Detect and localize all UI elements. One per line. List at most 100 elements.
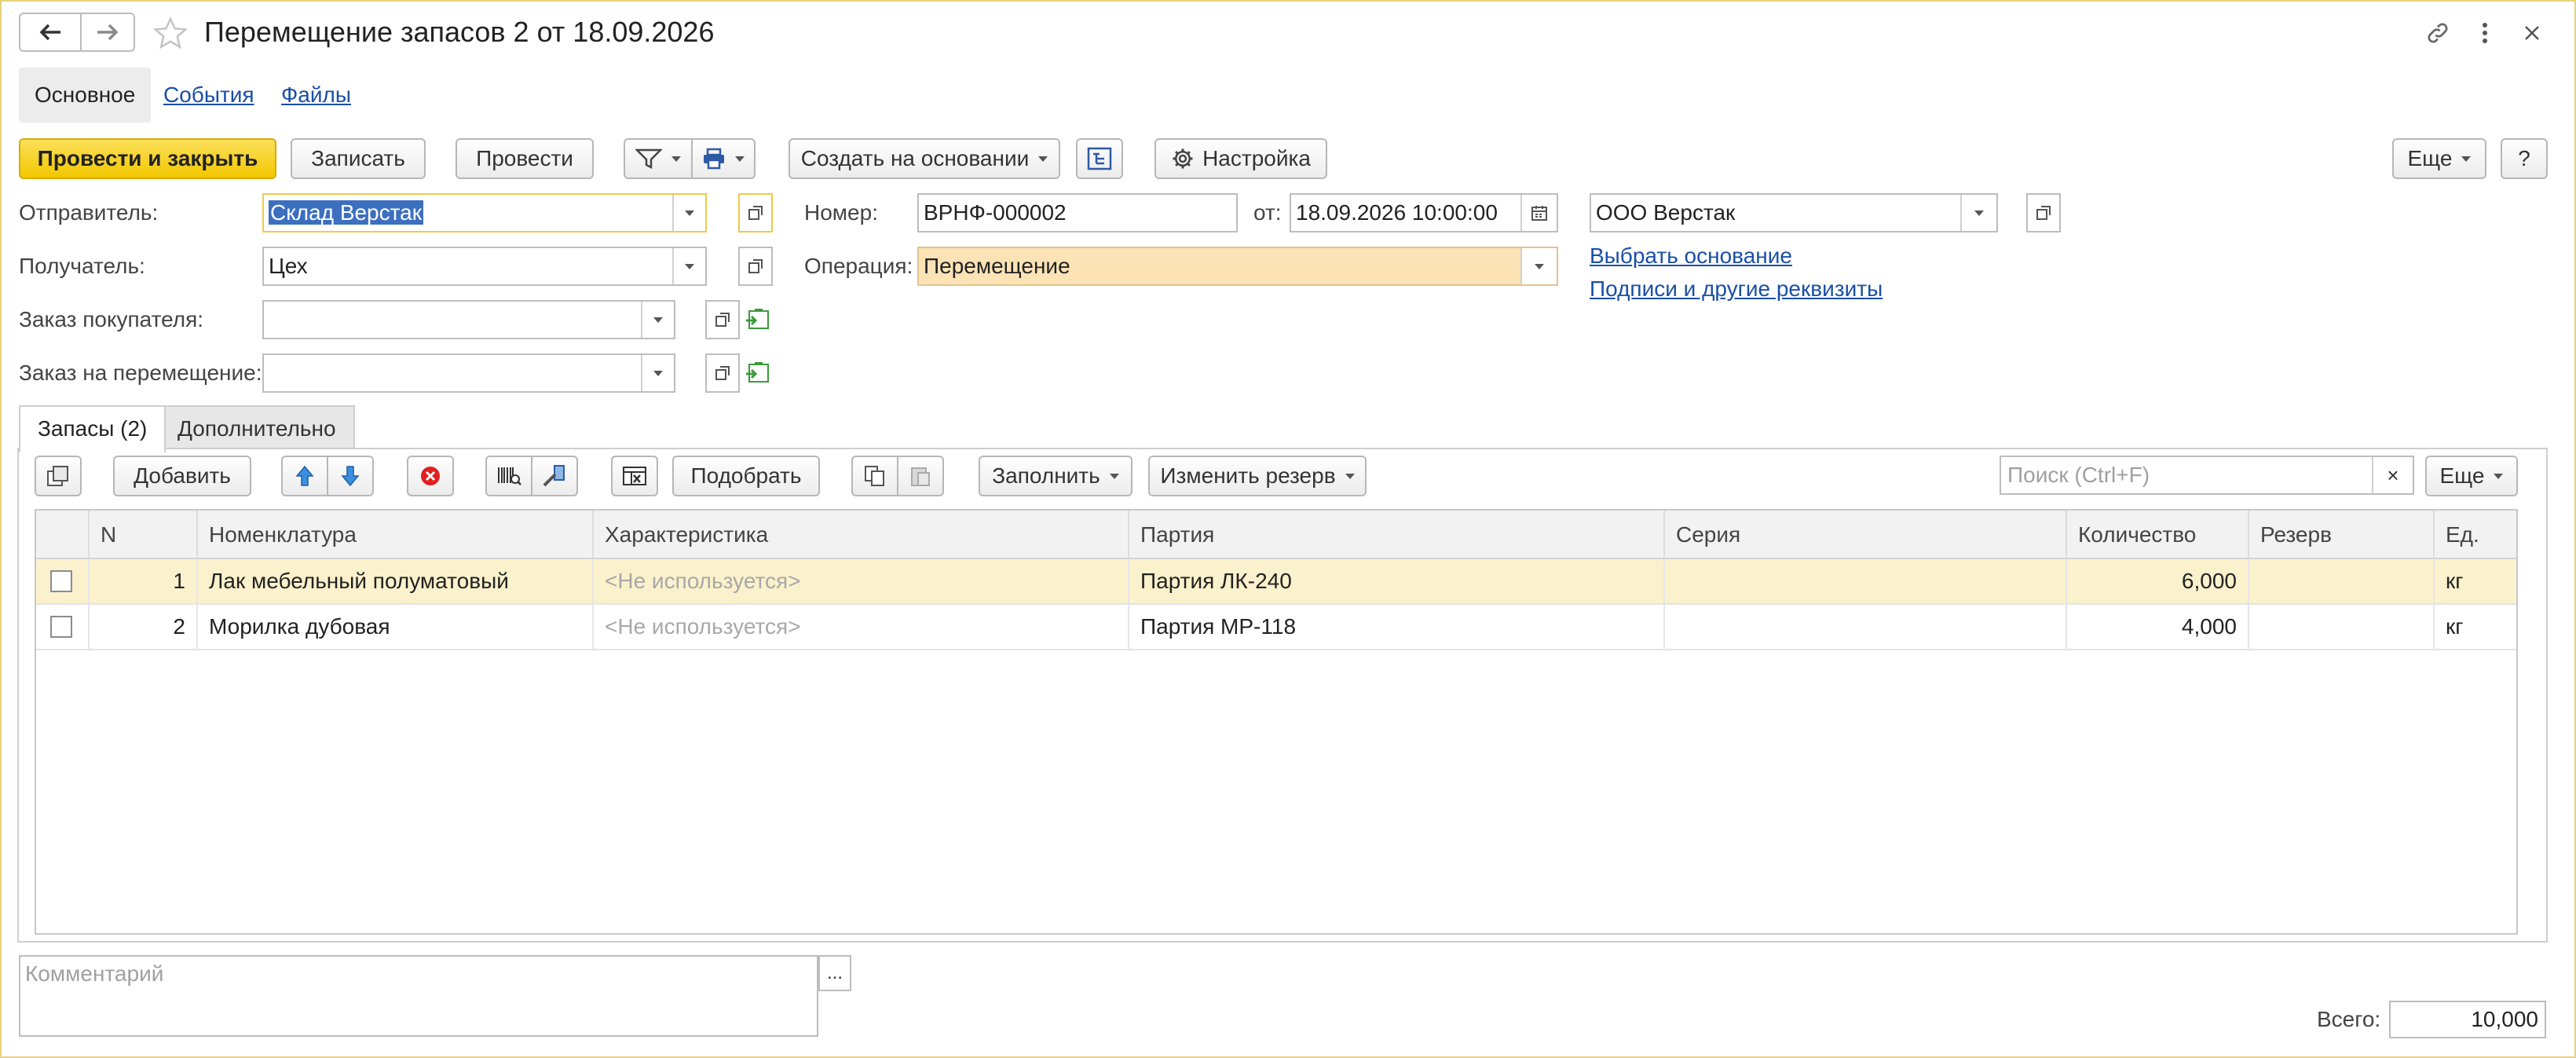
company-field[interactable]: ООО Верстак (1590, 193, 1998, 232)
table-row[interactable]: 1 Лак мебельный полуматовый <Не использу… (36, 559, 2516, 605)
more-button[interactable]: Еще (2392, 138, 2486, 179)
column-header-reserve[interactable]: Резерв (2249, 511, 2435, 559)
move-up-button[interactable] (281, 456, 328, 496)
row-reserve[interactable] (2249, 559, 2435, 603)
fill-button[interactable]: Заполнить (979, 456, 1132, 496)
sender-dropdown[interactable] (672, 195, 705, 231)
row-unit[interactable]: кг (2435, 605, 2516, 649)
search-input[interactable]: Поиск (Ctrl+F) × (2000, 456, 2414, 495)
row-series[interactable] (1665, 605, 2067, 649)
post-and-close-button[interactable]: Провести и закрыть (19, 138, 276, 179)
chevron-down-icon (685, 210, 694, 216)
sender-label: Отправитель: (19, 200, 159, 225)
customer-order-field[interactable] (262, 300, 675, 339)
transfer-order-field[interactable] (262, 353, 675, 393)
row-characteristic[interactable]: <Не используется> (594, 559, 1129, 603)
company-value: ООО Верстак (1596, 200, 1736, 225)
operation-dropdown[interactable] (1520, 248, 1557, 284)
column-header-characteristic[interactable]: Характеристика (594, 511, 1129, 559)
help-button[interactable]: ? (2501, 138, 2548, 179)
row-characteristic[interactable]: <Не используется> (594, 605, 1129, 649)
clear-search-icon[interactable]: × (2372, 457, 2413, 493)
back-button[interactable] (19, 13, 82, 52)
fill-label: Заполнить (992, 463, 1100, 488)
row-quantity[interactable]: 6,000 (2067, 559, 2249, 603)
row-unit[interactable]: кг (2435, 559, 2516, 603)
move-down-button[interactable] (327, 456, 374, 496)
change-reserve-button[interactable]: Изменить резерв (1148, 456, 1367, 496)
row-reserve[interactable] (2249, 605, 2435, 649)
close-icon[interactable] (2515, 16, 2549, 50)
receiver-field[interactable]: Цех (262, 247, 707, 286)
tab-stocks[interactable]: Запасы (2) (19, 405, 166, 452)
settings-button[interactable]: Настройка (1154, 138, 1327, 179)
structure-button[interactable] (1076, 138, 1123, 179)
row-series[interactable] (1665, 559, 2067, 603)
row-batch[interactable]: Партия ЛК-240 (1129, 559, 1665, 603)
paste-button[interactable] (897, 456, 944, 496)
row-item[interactable]: Морилка дубовая (198, 605, 594, 649)
number-field[interactable]: ВРНФ-000002 (917, 193, 1238, 232)
add-row-button[interactable]: Добавить (113, 456, 251, 496)
row-item[interactable]: Лак мебельный полуматовый (198, 559, 594, 603)
section-events[interactable]: События (148, 68, 270, 123)
company-dropdown[interactable] (1960, 195, 1996, 231)
row-checkbox[interactable] (50, 570, 72, 592)
row-checkbox[interactable] (50, 616, 72, 638)
link-icon[interactable] (2420, 16, 2455, 50)
delete-row-button[interactable] (407, 456, 454, 496)
post-status-button[interactable] (624, 138, 693, 179)
barcode-search-button[interactable] (485, 456, 532, 496)
table-more-button[interactable]: Еще (2425, 456, 2518, 496)
favorite-star-icon[interactable] (149, 13, 192, 55)
customer-order-open-button[interactable] (705, 300, 740, 339)
tab-additional[interactable]: Дополнительно (159, 405, 355, 449)
signatures-link[interactable]: Подписи и другие реквизиты (1590, 273, 1883, 305)
transfer-order-dropdown[interactable] (641, 355, 674, 391)
column-header-series[interactable]: Серия (1665, 511, 2067, 559)
print-button[interactable] (691, 138, 756, 179)
column-header-quantity[interactable]: Количество (2067, 511, 2249, 559)
forward-button[interactable] (80, 13, 135, 52)
delete-icon (421, 467, 440, 485)
transfer-order-open-button[interactable] (705, 353, 740, 393)
window-title: Перемещение запасов 2 от 18.09.2026 (204, 16, 715, 48)
pick-button[interactable]: Подобрать (672, 456, 820, 496)
sender-open-button[interactable] (738, 193, 773, 232)
column-header-n[interactable]: N (90, 511, 198, 559)
column-header-check (36, 511, 90, 559)
receiver-open-button[interactable] (738, 247, 773, 286)
receiver-dropdown[interactable] (672, 248, 705, 284)
column-header-item[interactable]: Номенклатура (198, 511, 594, 559)
sender-field[interactable]: Склад Верстак (262, 193, 707, 232)
section-files[interactable]: Файлы (265, 68, 367, 123)
row-quantity[interactable]: 4,000 (2067, 605, 2249, 649)
scanner-button[interactable] (531, 456, 578, 496)
more-vertical-icon[interactable] (2468, 16, 2502, 50)
column-header-unit[interactable]: Ед. (2435, 511, 2516, 559)
fill-from-order-icon[interactable] (745, 308, 771, 331)
excel-import-button[interactable] (611, 456, 658, 496)
operation-field[interactable]: Перемещение (917, 247, 1558, 286)
table-row[interactable]: 2 Морилка дубовая <Не используется> Парт… (36, 605, 2516, 650)
section-main[interactable]: Основное (19, 68, 152, 123)
copy-icon (47, 466, 68, 486)
customer-order-dropdown[interactable] (641, 302, 674, 338)
save-button[interactable]: Записать (291, 138, 426, 179)
date-field[interactable]: 18.09.2026 10:00:00 (1290, 193, 1558, 232)
stocks-table: N Номенклатура Характеристика Партия Сер… (35, 509, 2518, 935)
comment-expand-button[interactable]: ... (818, 955, 851, 991)
company-open-button[interactable] (2026, 193, 2061, 232)
copy-button[interactable] (851, 456, 898, 496)
paste-icon (911, 467, 930, 486)
fill-from-transfer-order-icon[interactable] (745, 361, 771, 385)
comment-field[interactable]: Комментарий (19, 955, 818, 1037)
post-button[interactable]: Провести (456, 138, 594, 179)
customer-order-label: Заказ покупателя: (19, 307, 204, 331)
calendar-button[interactable] (1520, 195, 1557, 231)
choose-base-link[interactable]: Выбрать основание (1590, 240, 1792, 272)
column-header-batch[interactable]: Партия (1129, 511, 1665, 559)
copy-rows-button[interactable] (35, 456, 82, 496)
row-batch[interactable]: Партия МР-118 (1129, 605, 1665, 649)
create-based-on-button[interactable]: Создать на основании (789, 138, 1060, 179)
